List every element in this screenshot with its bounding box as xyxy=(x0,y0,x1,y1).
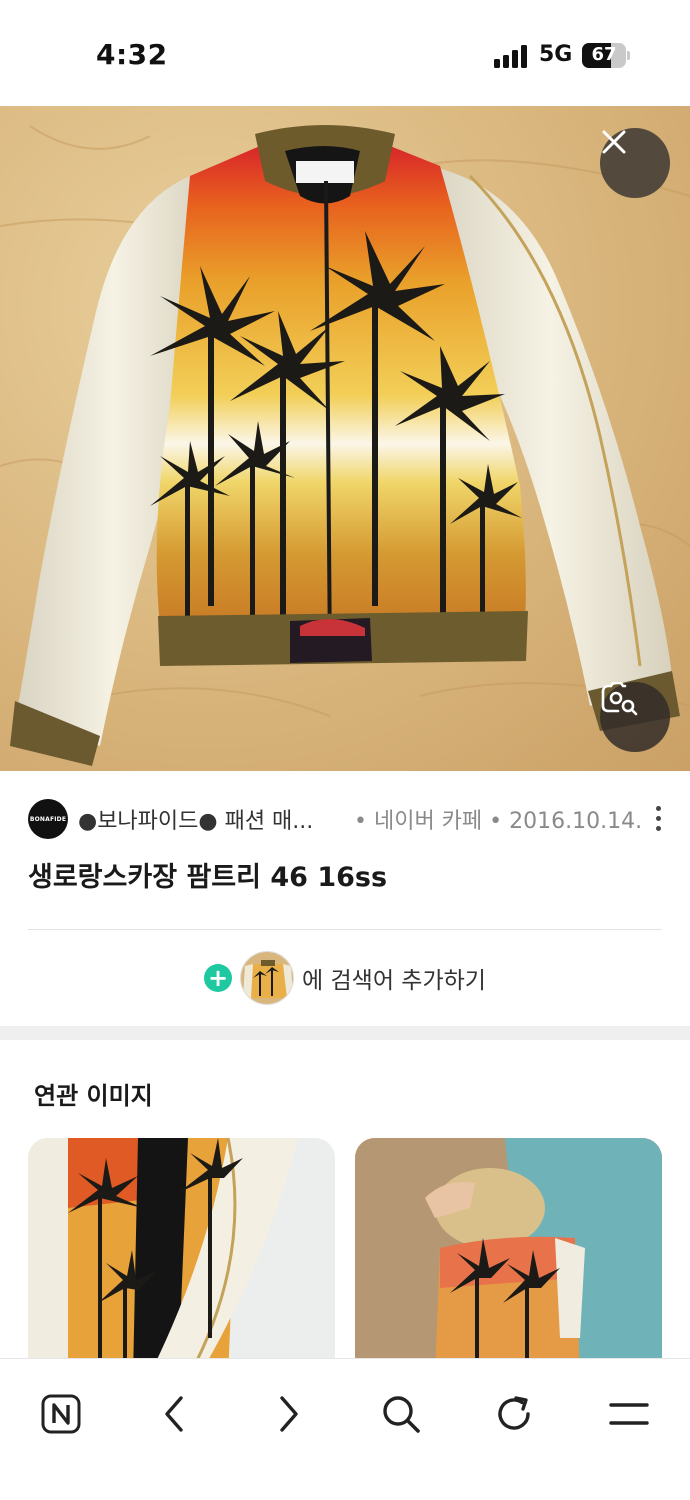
related-image-1-art xyxy=(28,1138,335,1378)
battery-level: 67 xyxy=(591,44,617,65)
back-button[interactable] xyxy=(139,1379,209,1449)
refresh-icon xyxy=(498,1396,530,1430)
status-bar: 4:32 5G 67 xyxy=(0,0,690,106)
back-icon xyxy=(165,1396,183,1432)
status-time: 4:32 xyxy=(96,38,168,71)
related-image-1[interactable] xyxy=(28,1138,335,1378)
menu-icon xyxy=(609,1403,649,1425)
battery-cap xyxy=(627,51,630,60)
divider xyxy=(28,929,662,930)
image-search-icon xyxy=(601,682,638,716)
battery-icon: 67 xyxy=(582,43,626,68)
search-icon xyxy=(383,1396,420,1433)
source-name[interactable]: ●보나파이드● 패션 매... xyxy=(78,803,340,835)
jacket-illustration xyxy=(0,125,690,766)
jacket-thumbnail xyxy=(241,952,294,1004)
naver-home-icon xyxy=(41,1394,81,1434)
add-search-term-button[interactable]: + 에 검색어 추가하기 xyxy=(0,950,690,1006)
search-thumbnail xyxy=(240,951,295,1005)
close-icon xyxy=(602,130,626,154)
forward-button[interactable] xyxy=(254,1379,324,1449)
bottom-navigation xyxy=(0,1358,690,1500)
naver-home-button[interactable] xyxy=(26,1379,96,1449)
source-logo: BONAFIDE xyxy=(28,799,68,839)
close-button[interactable] xyxy=(600,128,670,198)
menu-button[interactable] xyxy=(594,1379,664,1449)
search-button[interactable] xyxy=(366,1379,436,1449)
related-image-2-art xyxy=(355,1138,662,1378)
image-search-button[interactable] xyxy=(600,682,670,752)
signal-icon xyxy=(494,44,530,68)
image-title[interactable]: 생로랑스카장 팜트리 46 16ss xyxy=(28,855,387,894)
section-gap xyxy=(0,1026,690,1040)
network-type: 5G xyxy=(539,42,573,67)
refresh-button[interactable] xyxy=(480,1379,550,1449)
source-meta: • 네이버 카페 • 2016.10.14. xyxy=(354,809,643,834)
source-row[interactable]: BONAFIDE ●보나파이드● 패션 매... • 네이버 카페 • 2016… xyxy=(28,798,668,840)
related-images-title: 연관 이미지 xyxy=(34,1082,153,1110)
forward-icon xyxy=(280,1396,298,1432)
main-image[interactable] xyxy=(0,106,690,771)
add-search-text: 에 검색어 추가하기 xyxy=(302,968,486,994)
related-image-2[interactable] xyxy=(355,1138,662,1378)
more-options-icon[interactable] xyxy=(656,806,662,832)
plus-icon: + xyxy=(204,964,233,992)
